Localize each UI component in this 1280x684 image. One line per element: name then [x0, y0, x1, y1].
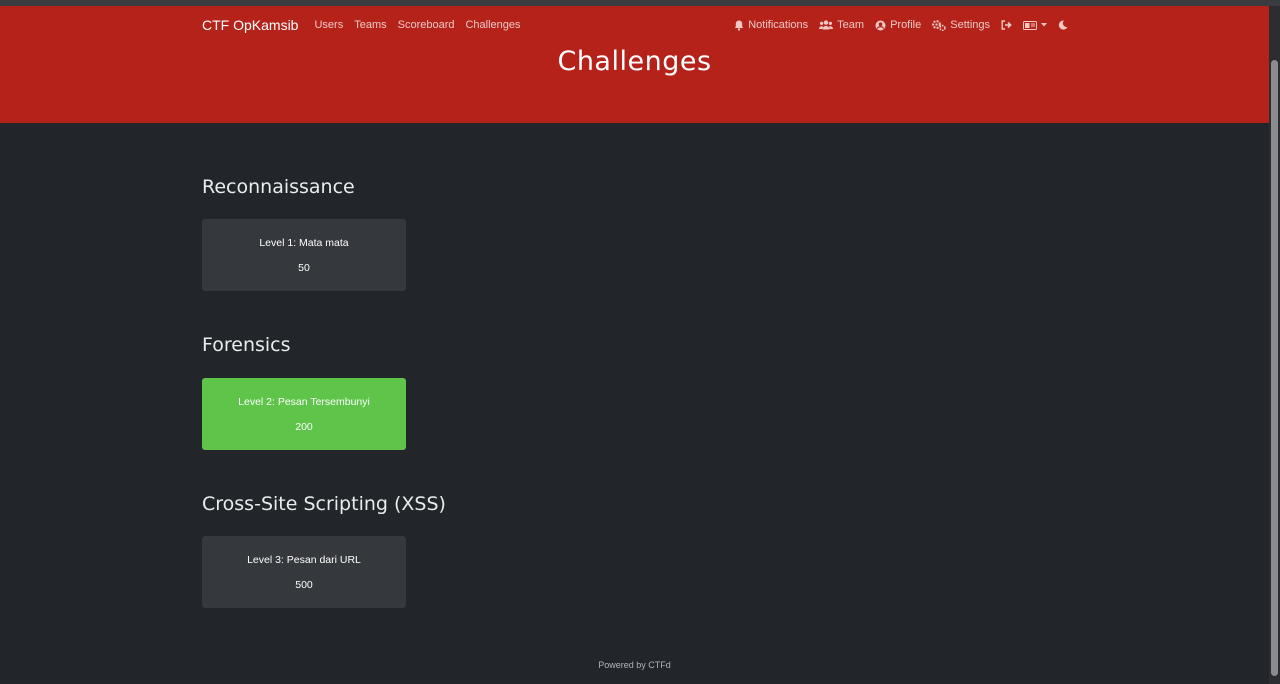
users-icon	[819, 20, 834, 30]
nav-team-label: Team	[837, 19, 865, 31]
nav-theme-toggle[interactable]	[1058, 20, 1068, 30]
caret-down-icon	[1041, 23, 1047, 27]
nav-settings[interactable]: Settings	[932, 19, 990, 31]
nav-settings-label: Settings	[950, 19, 990, 31]
challenge-value: 500	[295, 578, 313, 591]
challenge-value: 50	[298, 261, 310, 274]
footer-powered-by-link[interactable]: Powered by CTFd	[598, 660, 671, 670]
challenge-card-level-3[interactable]: Level 3: Pesan dari URL 500	[202, 536, 406, 608]
nav-scoreboard[interactable]: Scoreboard	[398, 19, 455, 31]
moon-icon	[1058, 20, 1068, 30]
logout-icon	[1001, 20, 1012, 30]
nav-users[interactable]: Users	[314, 19, 343, 31]
nav-teams[interactable]: Teams	[354, 19, 386, 31]
scrollbar[interactable]	[1269, 6, 1280, 684]
language-icon	[1023, 20, 1037, 30]
challenge-name: Level 3: Pesan dari URL	[247, 553, 361, 566]
nav-links: Users Teams Scoreboard Challenges	[314, 19, 520, 31]
challenge-name: Level 1: Mata mata	[259, 236, 349, 249]
category-title-xss: Cross-Site Scripting (XSS)	[202, 493, 446, 515]
nav-notifications[interactable]: Notifications	[734, 19, 808, 31]
nav-profile[interactable]: Profile	[875, 19, 921, 31]
scrollbar-thumb[interactable]	[1271, 60, 1278, 676]
challenge-card-level-2[interactable]: Level 2: Pesan Tersembunyi 200	[202, 378, 406, 450]
footer: Powered by CTFd	[0, 660, 1269, 670]
cogs-icon	[932, 19, 946, 31]
navbar: CTF OpKamsib Users Teams Scoreboard Chal…	[202, 10, 1068, 40]
nav-notifications-label: Notifications	[748, 19, 809, 31]
category-title-forensics: Forensics	[202, 334, 291, 356]
challenge-card-level-1[interactable]: Level 1: Mata mata 50	[202, 219, 406, 291]
nav-logout[interactable]	[1001, 20, 1012, 30]
user-circle-icon	[875, 20, 886, 31]
nav-right: Notifications Team Profile Settings	[734, 10, 1068, 40]
brand-link[interactable]: CTF OpKamsib	[202, 17, 298, 33]
challenge-value: 200	[295, 420, 313, 433]
bell-icon	[734, 20, 744, 31]
page-title: Challenges	[557, 46, 712, 77]
challenge-name: Level 2: Pesan Tersembunyi	[238, 395, 370, 408]
nav-challenges[interactable]: Challenges	[465, 19, 520, 31]
category-title-reconnaissance: Reconnaissance	[202, 176, 355, 198]
nav-language-dropdown[interactable]	[1023, 20, 1047, 30]
nav-team[interactable]: Team	[819, 19, 864, 31]
nav-profile-label: Profile	[890, 19, 922, 31]
